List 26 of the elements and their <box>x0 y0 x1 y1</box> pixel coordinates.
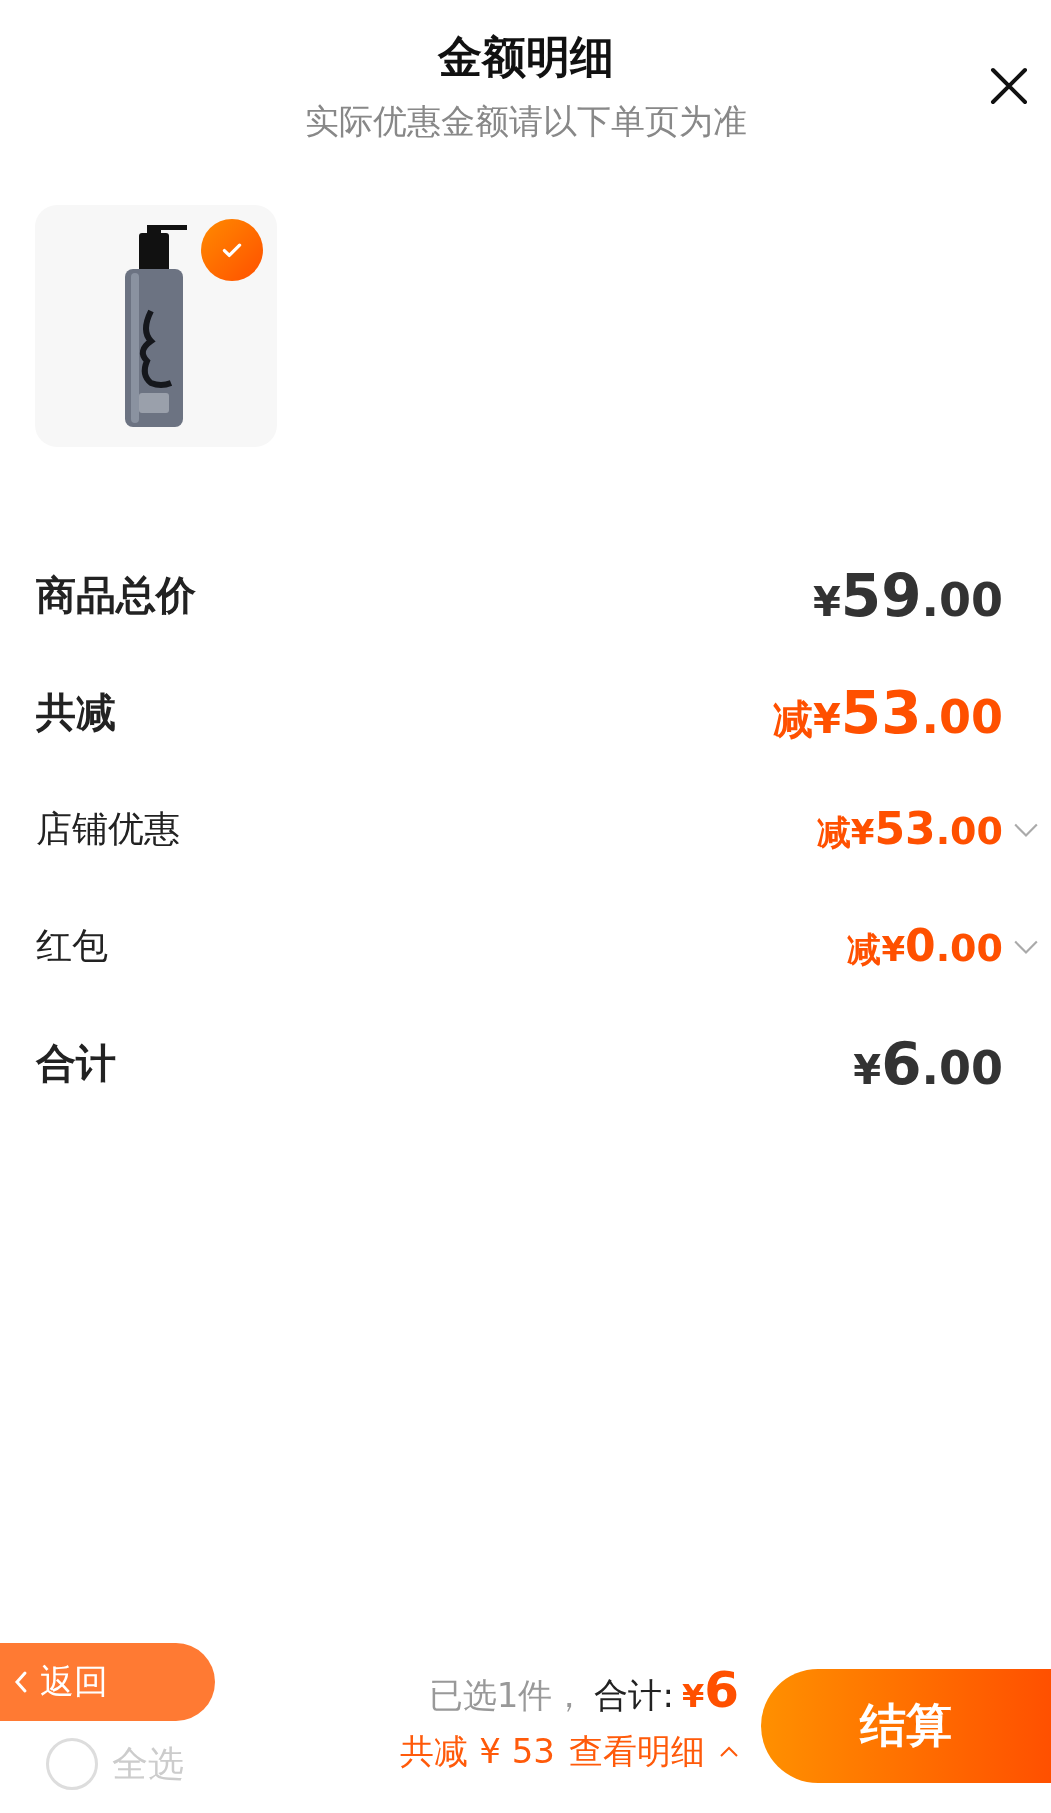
row-label: 红包 <box>36 924 108 968</box>
selected-count: 已选1件， <box>428 1674 587 1717</box>
close-icon[interactable] <box>989 66 1029 106</box>
amount-text: ¥6.00 <box>853 1029 1003 1098</box>
amount-text: 减¥53.00 <box>772 678 1003 747</box>
chevron-down-icon[interactable] <box>1013 938 1039 955</box>
row-label: 店铺优惠 <box>36 807 180 851</box>
back-icon <box>14 1670 28 1694</box>
sheet-title: 金额明细 <box>437 30 614 84</box>
checkout-button[interactable]: 结算 <box>761 1669 1051 1783</box>
row-label: 商品总价 <box>36 571 196 620</box>
view-details-link[interactable]: 查看明细 <box>569 1729 705 1775</box>
total-label: 合计: <box>594 1674 674 1717</box>
amount-text: ¥59.00 <box>812 561 1003 630</box>
total-amount: ¥6 <box>681 1661 739 1719</box>
discount-text: 共减 ¥ 53 <box>400 1730 555 1773</box>
row-label: 合计 <box>36 1039 116 1088</box>
product-card[interactable] <box>35 205 277 447</box>
sheet-subtitle: 实际优惠金额请以下单页为准 <box>304 100 747 143</box>
chevron-down-icon[interactable] <box>1013 821 1039 838</box>
chevron-up-icon[interactable] <box>719 1746 739 1758</box>
row-label: 共减 <box>36 688 116 737</box>
amount-text: 减¥53.00 <box>816 803 1003 856</box>
amount-text: 减¥0.00 <box>847 920 1003 973</box>
back-button[interactable]: 返回 <box>0 1643 215 1721</box>
radio-button[interactable] <box>46 1738 98 1790</box>
